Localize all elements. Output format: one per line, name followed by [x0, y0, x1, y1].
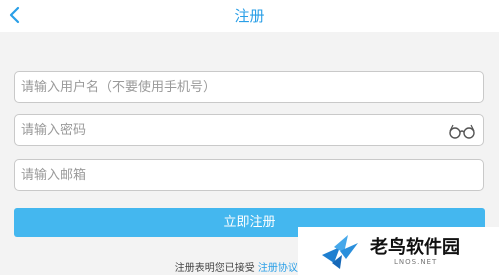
email-field[interactable]	[14, 159, 484, 191]
page-title: 注册	[234, 7, 265, 25]
email-input[interactable]	[15, 160, 483, 190]
password-visibility-toggle[interactable]	[447, 122, 477, 140]
username-field[interactable]	[14, 71, 484, 103]
username-input[interactable]	[15, 72, 483, 102]
watermark-text: 老鸟软件园	[370, 237, 460, 258]
register-agreement-link[interactable]: 注册协议	[258, 263, 298, 274]
watermark: 老鸟软件园 LNOS.NET	[298, 227, 499, 275]
agreement-prefix: 注册表明您已接受	[174, 263, 255, 274]
eye-glasses-icon	[449, 124, 475, 139]
password-field[interactable]	[14, 114, 484, 146]
password-input[interactable]	[15, 115, 483, 145]
register-screen: 注册 立即注册 注册表明您已接受 注册协议 和 隐	[0, 0, 499, 275]
watermark-subtext: LNOS.NET	[394, 258, 438, 266]
bird-logo-icon	[322, 235, 358, 269]
nav-bar: 注册	[0, 0, 499, 32]
